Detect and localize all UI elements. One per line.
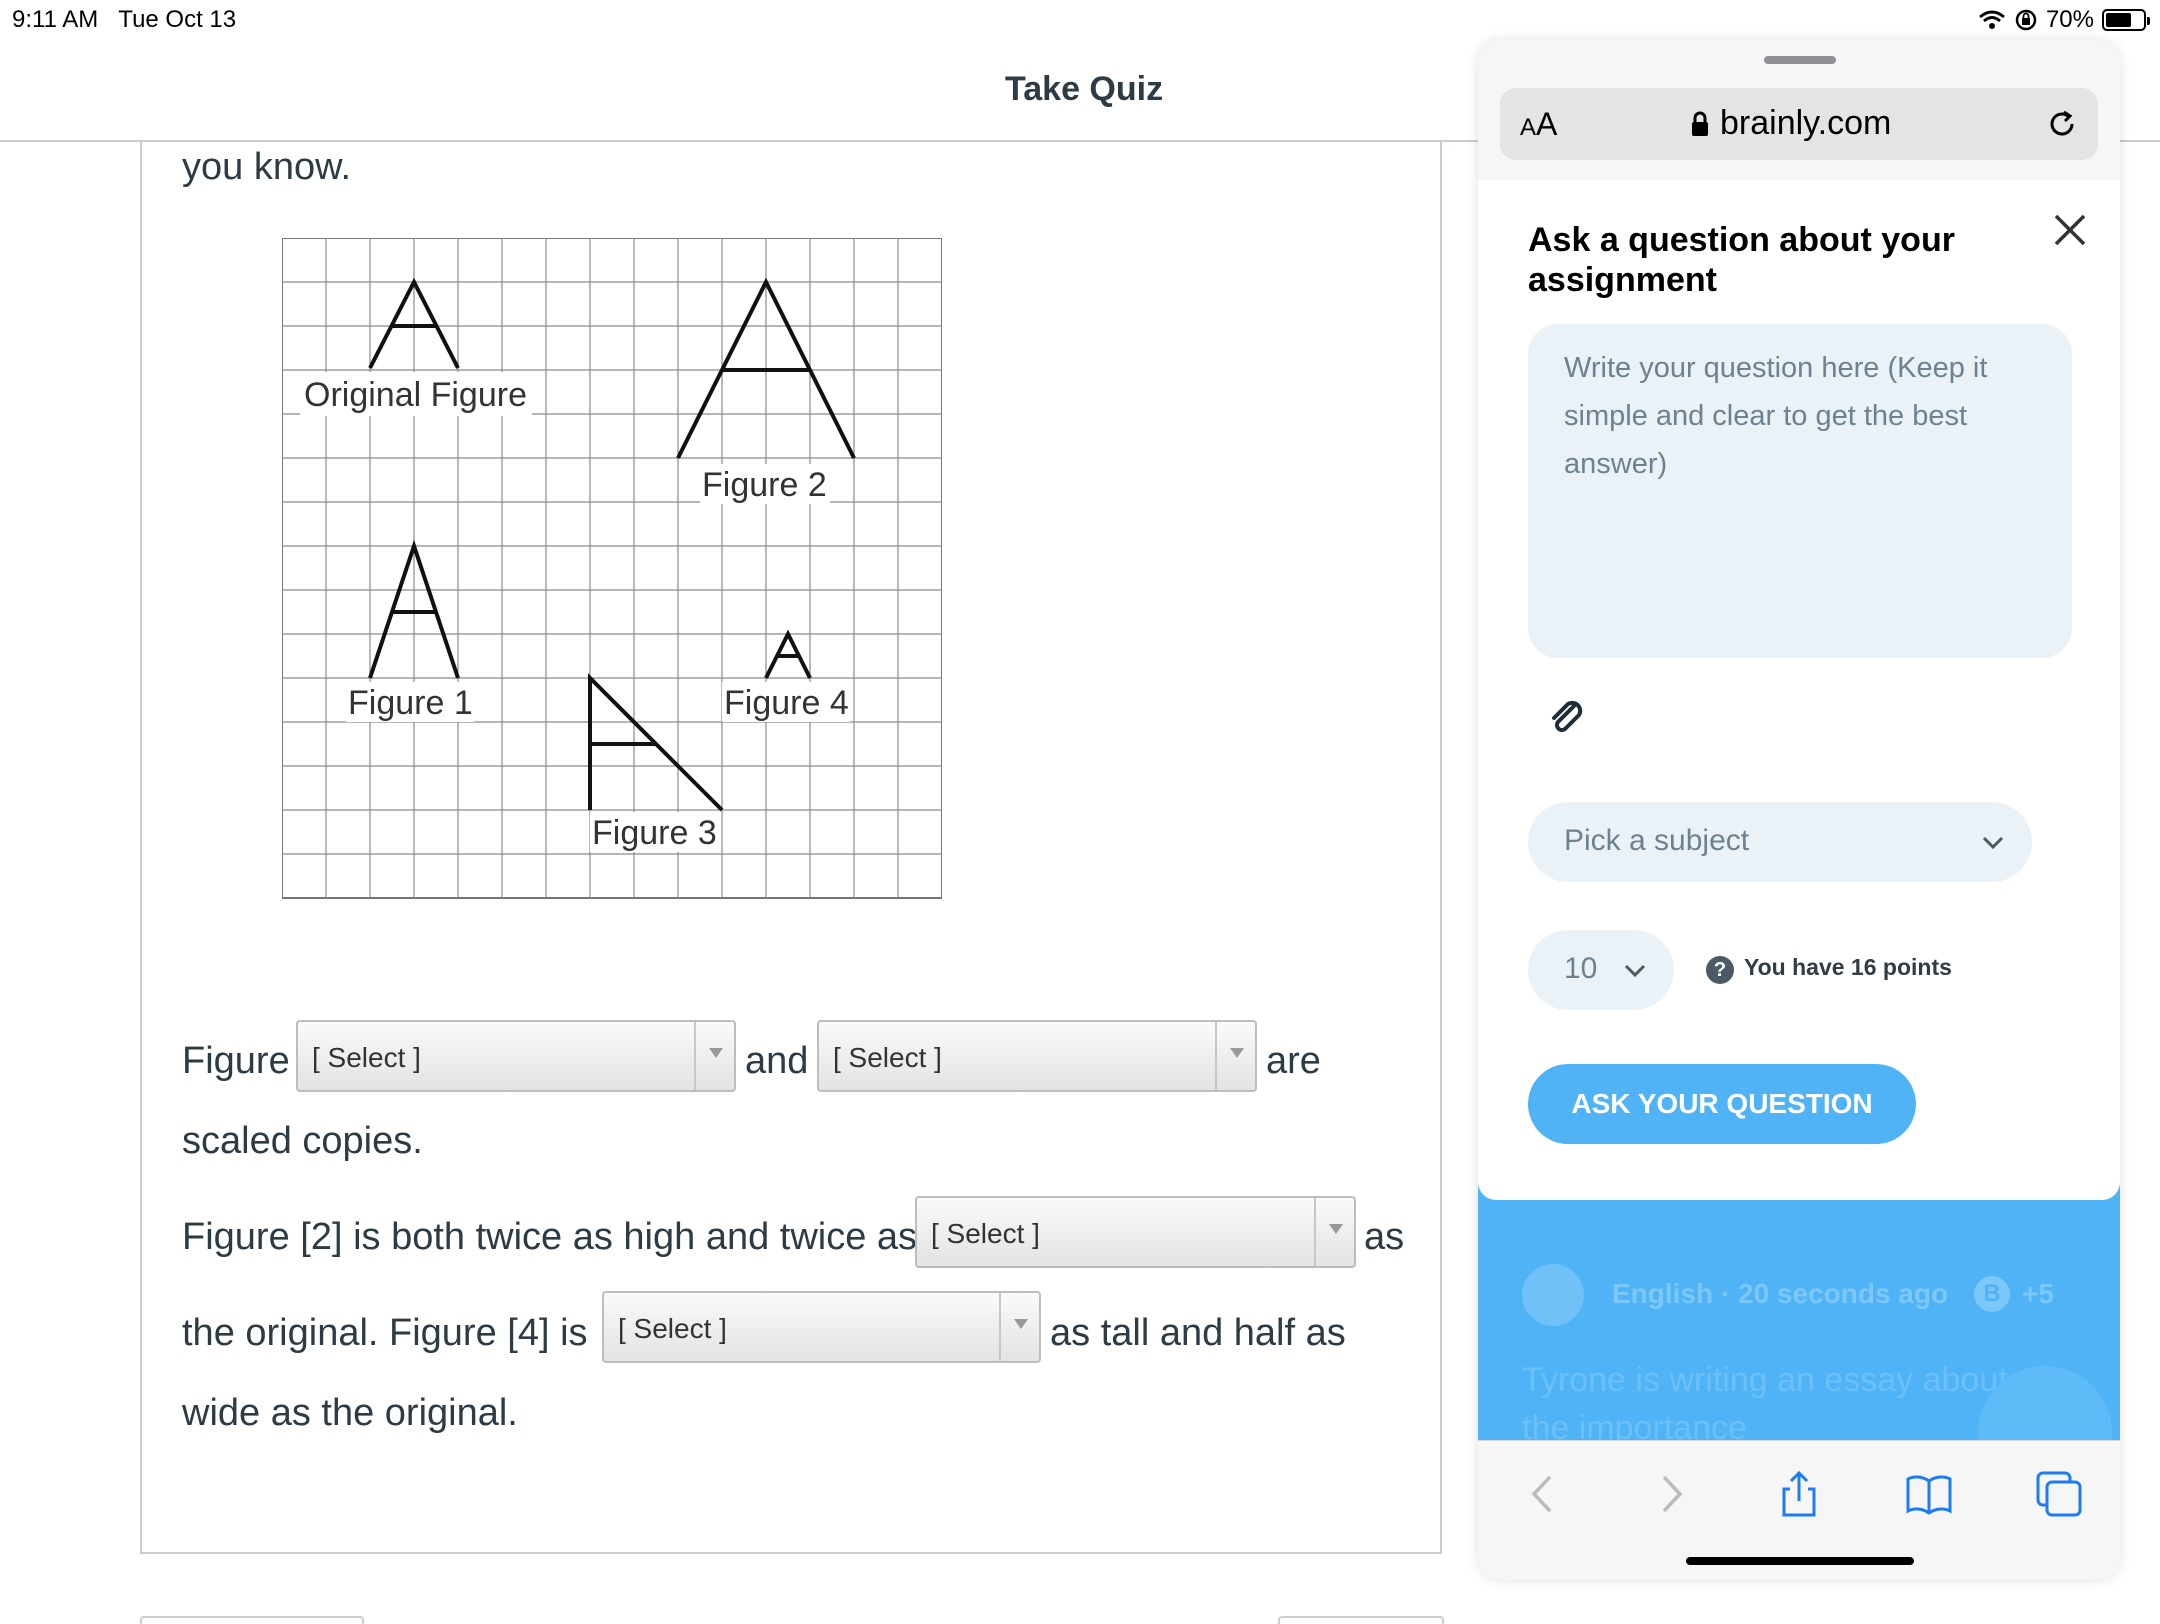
share-icon[interactable] xyxy=(1774,1469,1824,1519)
url-text: brainly.com xyxy=(1720,104,1892,142)
question-intro-text: you know. xyxy=(182,146,351,188)
dimension-select[interactable]: [ Select ] xyxy=(915,1196,1356,1268)
chevron-down-icon xyxy=(1624,964,1646,978)
close-icon[interactable] xyxy=(2050,210,2090,250)
safari-slide-over: AA brainly.com English · 20 seconds ago … xyxy=(1478,40,2120,1580)
subject-placeholder: Pick a subject xyxy=(1564,824,1750,857)
url-display[interactable]: brainly.com xyxy=(1690,104,1891,143)
scale-select[interactable]: [ Select ] xyxy=(602,1291,1041,1363)
sentence1-prefix: Figure xyxy=(182,1040,290,1082)
status-indicators: 70% xyxy=(1978,6,2150,34)
sentence3-line2: wide as the original. xyxy=(182,1392,518,1434)
question-placeholder: Write your question here (Keep it simple… xyxy=(1564,352,1988,480)
forward-icon[interactable] xyxy=(1646,1469,1696,1519)
text-size-button[interactable]: AA xyxy=(1520,106,1557,143)
lock-icon xyxy=(1692,111,1708,136)
label-figure-3: Figure 3 xyxy=(592,814,717,852)
avatar xyxy=(1522,1264,1584,1326)
help-icon[interactable]: ? xyxy=(1706,956,1734,984)
points-select[interactable]: 10 xyxy=(1528,930,1674,1010)
points-value: 10 xyxy=(1564,952,1598,985)
bookmarks-icon[interactable] xyxy=(1904,1469,1954,1519)
wifi-icon xyxy=(1978,10,2005,29)
question-textarea[interactable]: Write your question here (Keep it simple… xyxy=(1528,324,2072,658)
page-title: Take Quiz xyxy=(1005,70,1164,108)
tabs-icon[interactable] xyxy=(2034,1469,2084,1519)
reload-icon[interactable] xyxy=(2044,106,2080,142)
chevron-down-icon xyxy=(694,1022,734,1090)
address-bar[interactable]: AA brainly.com xyxy=(1500,88,2098,160)
orientation-lock-icon xyxy=(2015,9,2037,31)
sentence1-line2: scaled copies. xyxy=(182,1120,423,1162)
sentence1-middle: and xyxy=(745,1040,809,1082)
select-value: [ Select ] xyxy=(618,1313,727,1344)
status-bar: 9:11 AM Tue Oct 13 70% xyxy=(0,0,2160,40)
feed-item-meta: English · 20 seconds ago xyxy=(1612,1278,1949,1309)
modal-title: Ask a question about your assignment xyxy=(1528,221,1955,299)
label-figure-2: Figure 2 xyxy=(702,466,827,504)
sentence1-suffix: are xyxy=(1266,1040,1321,1082)
select-value: [ Select ] xyxy=(931,1218,1040,1249)
figure-select-2[interactable]: [ Select ] xyxy=(817,1020,1257,1092)
select-value: [ Select ] xyxy=(833,1042,942,1073)
battery-percentage: 70% xyxy=(2045,6,2094,33)
ask-question-modal: Ask a question about your assignment Wri… xyxy=(1478,180,2120,1200)
chevron-down-icon xyxy=(1215,1022,1255,1090)
battery-icon xyxy=(2102,9,2150,31)
safari-toolbar xyxy=(1478,1440,2120,1580)
scaled-figures-grid-image: Original Figure Figure 2 Figure 1 Figure… xyxy=(281,237,943,900)
feed-item-points: +5 xyxy=(2022,1278,2054,1309)
label-figure-4: Figure 4 xyxy=(724,684,849,722)
sentence2-prefix: Figure [2] is both twice as high and twi… xyxy=(182,1216,918,1258)
label-figure-1: Figure 1 xyxy=(348,684,473,722)
sentence2-suffix: as xyxy=(1364,1216,1405,1258)
sentence3-suffix: as tall and half as xyxy=(1050,1312,1346,1354)
back-icon[interactable] xyxy=(1518,1469,1568,1519)
label-original-figure: Original Figure xyxy=(304,376,527,414)
chevron-down-icon xyxy=(1982,836,2004,850)
paperclip-icon[interactable] xyxy=(1544,694,1588,738)
previous-button-edge[interactable] xyxy=(140,1616,364,1624)
chevron-down-icon xyxy=(999,1293,1039,1361)
points-info: You have 16 points xyxy=(1744,954,1952,980)
subject-select[interactable]: Pick a subject xyxy=(1528,802,2032,882)
grid-diagram: Original Figure Figure 2 Figure 1 Figure… xyxy=(281,237,943,899)
ask-question-button[interactable]: ASK YOUR QUESTION xyxy=(1528,1064,1916,1144)
chevron-down-icon xyxy=(1314,1198,1354,1266)
sentence3-prefix: the original. Figure [4] is xyxy=(182,1312,588,1354)
figure-select-1[interactable]: [ Select ] xyxy=(296,1020,736,1092)
home-indicator[interactable] xyxy=(1686,1557,1914,1565)
select-value: [ Select ] xyxy=(312,1042,421,1073)
status-time: 9:11 AM Tue Oct 13 xyxy=(12,6,237,33)
points-badge-icon: B xyxy=(1974,1276,2010,1312)
next-button-edge[interactable] xyxy=(1278,1616,1444,1624)
slide-over-grabber[interactable] xyxy=(1764,56,1836,64)
